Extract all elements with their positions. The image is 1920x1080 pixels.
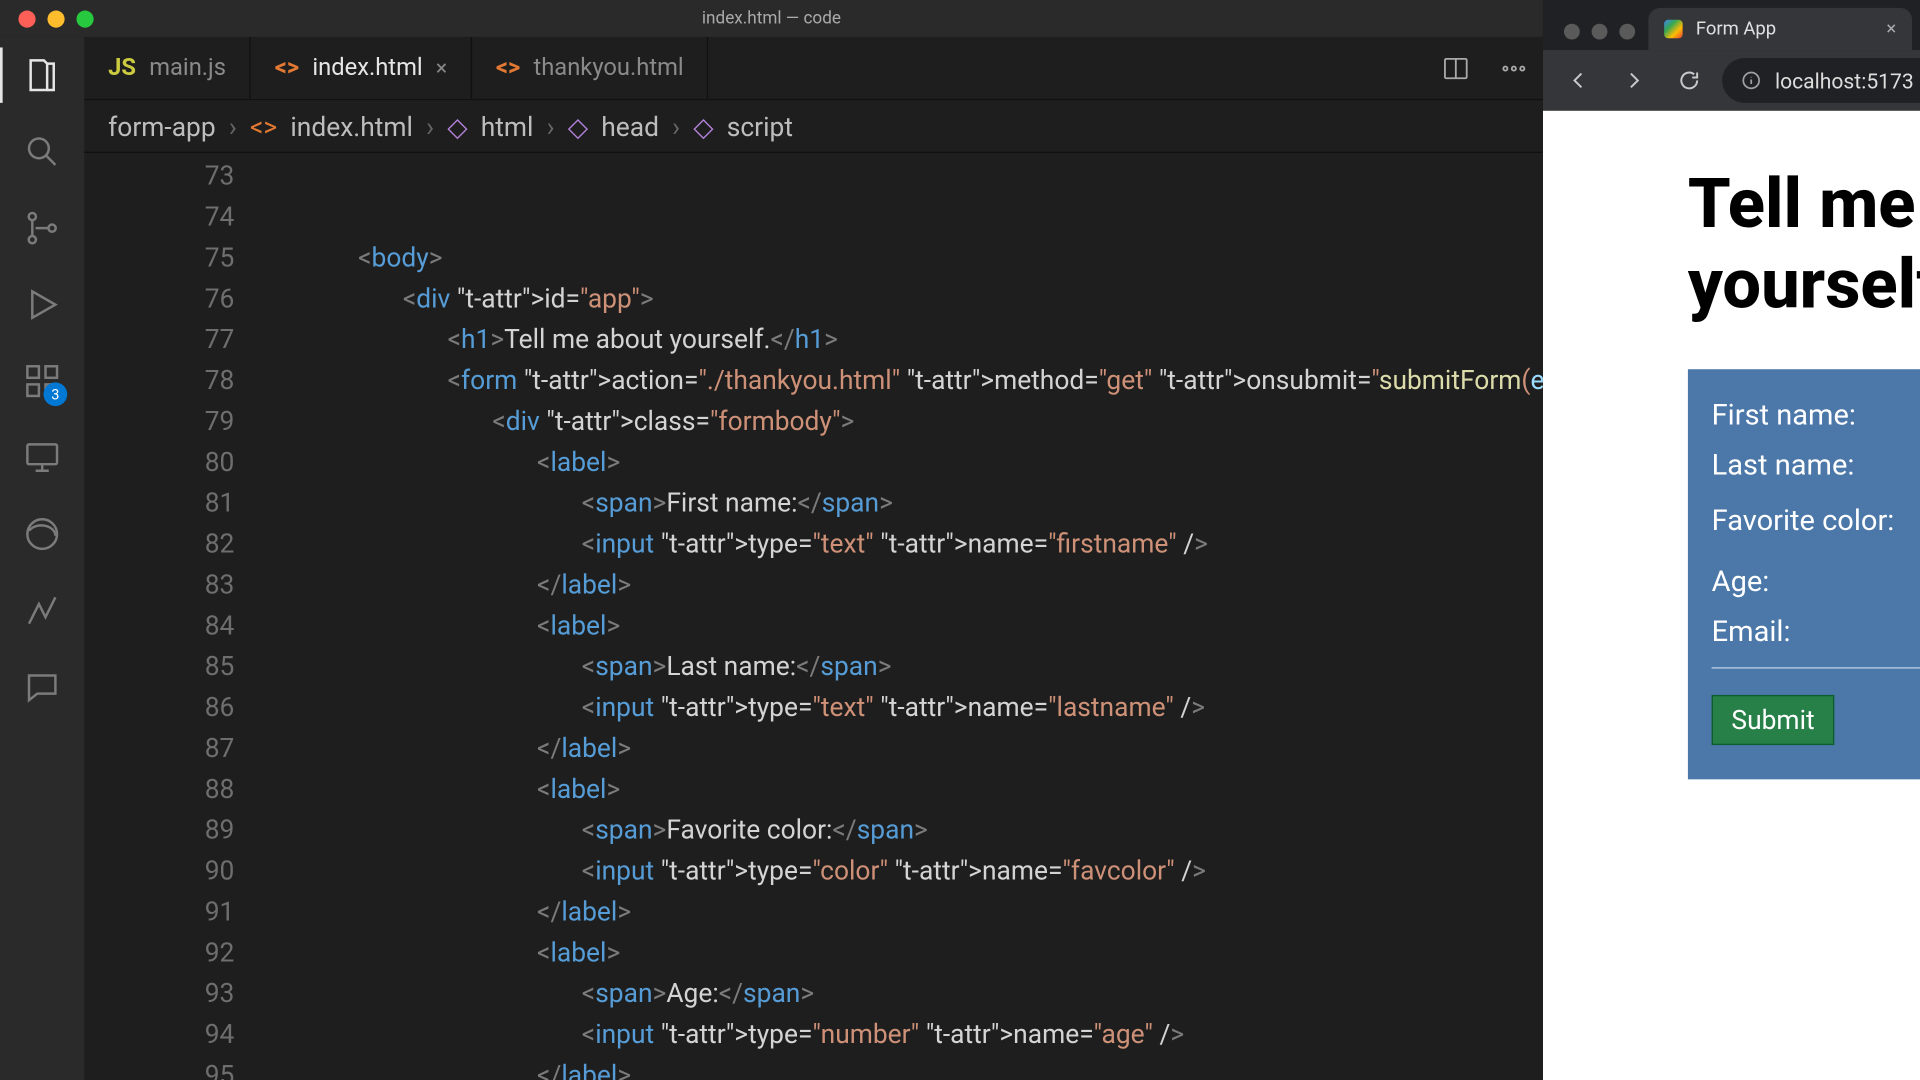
site-info-icon[interactable] [1741, 70, 1762, 91]
tab-label: index.html [312, 54, 422, 82]
chrome-tabstrip: Form App × + ⌄ [1543, 0, 1920, 50]
breadcrumb-item[interactable]: head [601, 110, 659, 142]
chevron-right-icon: › [547, 110, 555, 142]
new-tab-button[interactable]: + [1912, 8, 1920, 50]
field-email: Email: [1712, 615, 1920, 649]
line-number-gutter[interactable]: 7374757677787980818283848586878889909192… [190, 153, 269, 1080]
html-file-icon: <> [250, 110, 277, 142]
run-debug-icon[interactable] [22, 285, 62, 325]
browser-tab[interactable]: Form App × [1648, 8, 1912, 50]
more-actions-icon[interactable] [1485, 37, 1543, 99]
extensions-badge: 3 [44, 382, 68, 406]
explorer-icon[interactable] [22, 55, 62, 95]
split-editor-icon[interactable] [1427, 37, 1485, 99]
form-divider [1712, 667, 1920, 668]
vscode-titlebar: index.html — code [0, 0, 1543, 37]
label-text: Age: [1712, 565, 1920, 598]
about-form: First name: Last name: Favorite color: A… [1688, 369, 1920, 779]
html-file-icon: <> [275, 54, 299, 82]
mac-traffic-lights [0, 10, 94, 27]
breadcrumbs[interactable]: form-app › <> index.html › ◇ html › ◇ he… [84, 100, 1542, 153]
search-icon[interactable] [22, 132, 62, 172]
chevron-right-icon: › [672, 110, 680, 142]
reload-button[interactable] [1667, 58, 1712, 103]
field-lastname: Last name: [1712, 448, 1920, 482]
submit-button[interactable]: Submit [1712, 695, 1835, 745]
chevron-right-icon: › [229, 110, 237, 142]
extensions-icon[interactable]: 3 [22, 361, 62, 401]
close-window-button[interactable] [1564, 24, 1580, 40]
field-firstname: First name: [1712, 398, 1920, 432]
testing-icon[interactable] [22, 591, 62, 631]
chrome-window: Form App × + ⌄ localhost:5173 Relaunch t… [1543, 0, 1920, 1080]
maximize-window-button[interactable] [1619, 24, 1635, 40]
chat-icon[interactable] [22, 667, 62, 707]
tab-main-js[interactable]: JS main.js [84, 37, 251, 99]
tab-index-html[interactable]: <> index.html × [251, 37, 472, 99]
edge-tools-icon[interactable] [22, 514, 62, 554]
chrome-toolbar: localhost:5173 Relaunch to update ⋮ [1543, 50, 1920, 111]
breadcrumb-item[interactable]: form-app [108, 110, 216, 142]
minimize-window-button[interactable] [47, 10, 64, 27]
code-content[interactable]: <body> <div "t-attr">id="app"> <h1>Tell … [269, 153, 1543, 1080]
minimize-window-button[interactable] [1592, 24, 1608, 40]
close-window-button[interactable] [18, 10, 35, 27]
close-tab-icon[interactable]: × [436, 55, 447, 80]
symbol-icon: ◇ [693, 110, 713, 142]
forward-button[interactable] [1611, 58, 1656, 103]
vscode-window: index.html — code 3 [0, 0, 1543, 1080]
label-text: Favorite color: [1712, 504, 1920, 537]
back-button[interactable] [1556, 58, 1601, 103]
js-file-icon: JS [108, 54, 136, 82]
page-heading: Tell me about yourself. [1688, 164, 1920, 325]
field-favcolor: Favorite color: [1712, 498, 1920, 543]
url-text: localhost:5173 [1775, 68, 1914, 93]
html-file-icon: <> [496, 54, 520, 82]
symbol-icon: ◇ [447, 110, 467, 142]
rendered-page: Tell me about yourself. First name: Last… [1543, 111, 1920, 1080]
breadcrumb-item[interactable]: index.html [290, 110, 413, 142]
symbol-icon: ◇ [568, 110, 588, 142]
tab-label: thankyou.html [533, 54, 683, 82]
maximize-window-button[interactable] [76, 10, 93, 27]
source-control-icon[interactable] [22, 208, 62, 248]
tab-thankyou-html[interactable]: <> thankyou.html [472, 37, 709, 99]
label-text: Email: [1712, 615, 1920, 648]
editor-tabs: JS main.js <> index.html × <> thankyou.h… [84, 37, 1542, 100]
remote-explorer-icon[interactable] [22, 438, 62, 478]
label-text: Last name: [1712, 449, 1920, 482]
activity-bar: 3 1 [0, 37, 84, 1080]
field-age: Age: [1712, 564, 1920, 598]
label-text: First name: [1712, 399, 1920, 432]
close-tab-icon[interactable]: × [1886, 18, 1896, 39]
address-bar[interactable]: localhost:5173 [1722, 58, 1920, 103]
tab-title: Form App [1696, 18, 1776, 39]
favicon-icon [1664, 20, 1682, 38]
mac-traffic-lights [1556, 24, 1648, 50]
breadcrumb-item[interactable]: script [727, 110, 793, 142]
chevron-right-icon: › [426, 110, 434, 142]
tab-label: main.js [149, 54, 226, 82]
breadcrumb-item[interactable]: html [481, 110, 534, 142]
code-editor[interactable]: 7374757677787980818283848586878889909192… [84, 153, 1542, 1080]
window-title: index.html — code [0, 9, 1543, 29]
